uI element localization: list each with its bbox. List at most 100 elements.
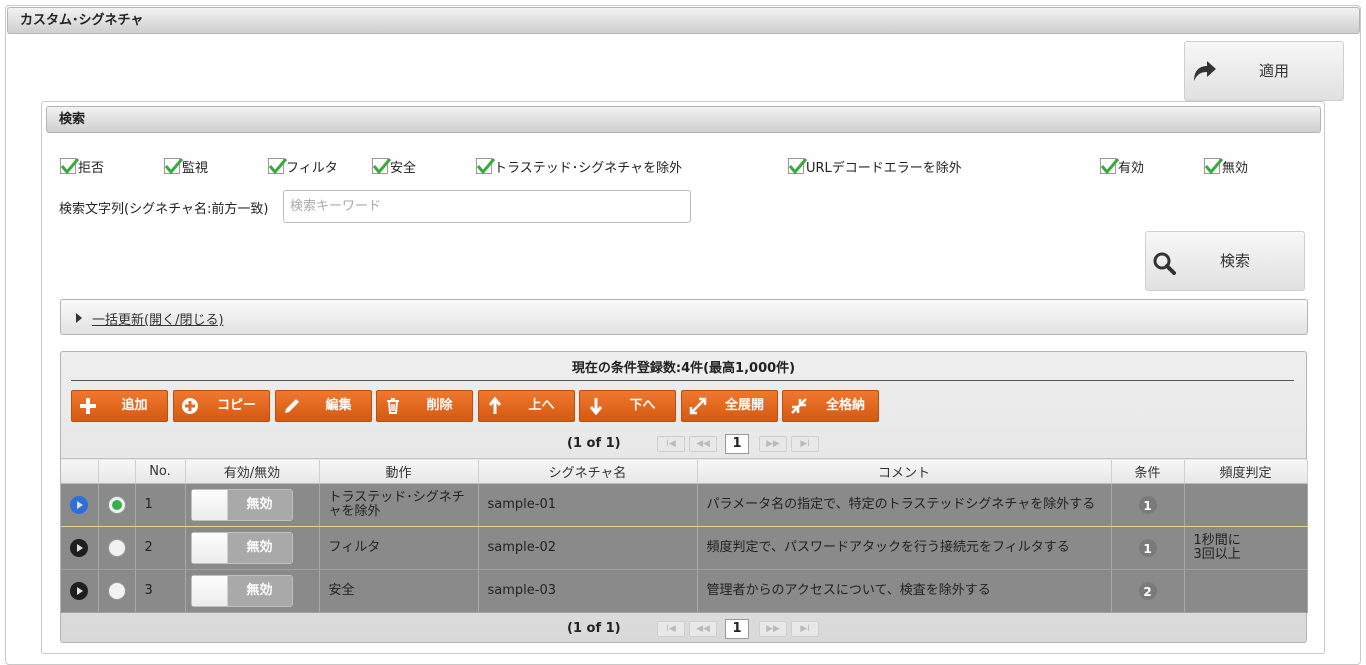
col-no[interactable]: No. bbox=[135, 460, 186, 484]
row-frequency bbox=[1184, 569, 1308, 613]
apply-label: 適用 bbox=[1258, 62, 1289, 80]
col-condition[interactable]: 条件 bbox=[1111, 460, 1185, 484]
delete-button[interactable]: 削除 bbox=[376, 390, 473, 422]
row-action: トラステッド･シグネチャを除外 bbox=[319, 482, 479, 527]
col-expander bbox=[61, 460, 99, 484]
apply-button[interactable]: 適用 bbox=[1184, 41, 1344, 101]
checkbox-monitor[interactable]: 監視 bbox=[164, 156, 208, 176]
row-signature-name: sample-01 bbox=[478, 482, 698, 527]
col-signature-name[interactable]: シグネチャ名 bbox=[478, 460, 698, 484]
add-button[interactable]: 追加 bbox=[71, 390, 168, 422]
col-enabled[interactable]: 有効/無効 bbox=[185, 460, 320, 484]
checkbox-filter[interactable]: フィルタ bbox=[268, 156, 338, 176]
checkbox-enabled[interactable]: 有効 bbox=[1100, 156, 1144, 176]
enabled-toggle[interactable]: 無効 bbox=[190, 531, 293, 564]
copy-label: コピー bbox=[216, 398, 256, 413]
checkbox-safe[interactable]: 安全 bbox=[372, 156, 416, 176]
row-comment: パラメータ名の指定で、特定のトラステッドシグネチャを除外する bbox=[697, 482, 1112, 527]
row-no: 2 bbox=[135, 526, 186, 570]
enabled-toggle[interactable]: 無効 bbox=[190, 574, 293, 607]
first-page-button[interactable]: I◀ bbox=[657, 621, 685, 637]
condition-badge[interactable]: 1 bbox=[1137, 494, 1158, 515]
checkbox-label: 有効 bbox=[1118, 160, 1145, 176]
row-select-radio[interactable] bbox=[107, 495, 126, 514]
trash-icon bbox=[384, 397, 402, 415]
page-number[interactable]: 1 bbox=[725, 434, 749, 454]
checkbox-exclude-trusted[interactable]: トラステッド･シグネチャを除外 bbox=[476, 156, 682, 176]
expand-all-button[interactable]: 全展開 bbox=[681, 390, 778, 422]
checkbox-label: 監視 bbox=[182, 160, 209, 176]
move-down-button[interactable]: 下へ bbox=[579, 390, 676, 422]
toggle-label: 無効 bbox=[227, 489, 292, 520]
checkbox-label: 無効 bbox=[1222, 160, 1249, 176]
search-label: 検索 bbox=[1219, 252, 1250, 270]
checkbox-reject[interactable]: 拒否 bbox=[60, 156, 104, 176]
row-select-radio[interactable] bbox=[107, 538, 126, 557]
last-page-button[interactable]: ▶I bbox=[791, 436, 819, 452]
arrow-down-icon bbox=[587, 397, 605, 416]
move-up-button[interactable]: 上へ bbox=[478, 390, 575, 422]
move-up-label: 上へ bbox=[528, 398, 555, 413]
arrow-up-icon bbox=[486, 396, 504, 415]
checkbox-label: トラステッド･シグネチャを除外 bbox=[494, 160, 683, 176]
checkbox-label: 安全 bbox=[390, 160, 417, 176]
checkbox-disabled[interactable]: 無効 bbox=[1204, 156, 1248, 176]
expand-all-label: 全展開 bbox=[724, 398, 764, 413]
expand-row-icon[interactable] bbox=[70, 581, 89, 600]
expand-row-icon[interactable] bbox=[70, 495, 89, 514]
checkbox-label: 拒否 bbox=[78, 160, 105, 176]
expand-icon bbox=[689, 397, 707, 415]
checkbox-exclude-url-decode[interactable]: URLデコードエラーを除外 bbox=[788, 156, 962, 176]
row-frequency: 1秒間に 3回以上 bbox=[1184, 526, 1308, 570]
row-no: 1 bbox=[135, 482, 186, 527]
row-comment: 頻度判定で、パスワードアタックを行う接続元をフィルタする bbox=[697, 526, 1112, 570]
col-frequency[interactable]: 頻度判定 bbox=[1184, 460, 1308, 484]
page-number[interactable]: 1 bbox=[725, 619, 749, 639]
prev-page-button[interactable]: ◀◀ bbox=[689, 621, 717, 637]
collapse-all-button[interactable]: 全格納 bbox=[782, 390, 879, 422]
condition-badge[interactable]: 2 bbox=[1137, 580, 1158, 601]
checkbox-label: フィルタ bbox=[286, 160, 338, 176]
edit-label: 編集 bbox=[325, 398, 352, 413]
table-row[interactable]: 1 無効 トラステッド･シグネチャを除外 sample-01 パラメータ名の指定… bbox=[61, 482, 1308, 527]
collapse-icon bbox=[790, 397, 808, 415]
row-comment: 管理者からのアクセスについて、検査を除外する bbox=[697, 569, 1112, 613]
row-no: 3 bbox=[135, 569, 186, 613]
copy-icon bbox=[181, 397, 199, 415]
copy-button[interactable]: コピー bbox=[173, 390, 270, 422]
row-select-radio[interactable] bbox=[107, 581, 126, 600]
last-page-button[interactable]: ▶I bbox=[791, 621, 819, 637]
bulk-update-toggle[interactable]: 一括更新(開く/閉じる) bbox=[60, 299, 1308, 335]
condition-badge[interactable]: 1 bbox=[1137, 537, 1158, 558]
pencil-icon bbox=[283, 397, 301, 415]
checkbox-label: URLデコードエラーを除外 bbox=[806, 160, 962, 176]
collapse-all-label: 全格納 bbox=[825, 398, 865, 413]
toggle-label: 無効 bbox=[227, 575, 292, 606]
grid-caption: 現在の条件登録数:4件(最高1,000件) bbox=[571, 361, 796, 376]
col-comment[interactable]: コメント bbox=[697, 460, 1112, 484]
next-page-button[interactable]: ▶▶ bbox=[759, 621, 787, 637]
table-row[interactable]: 3 無効 安全 sample-03 管理者からのアクセスについて、検査を除外する… bbox=[61, 569, 1308, 613]
search-header: 検索 bbox=[46, 106, 1321, 133]
row-action: フィルタ bbox=[319, 526, 479, 570]
first-page-button[interactable]: I◀ bbox=[657, 436, 685, 452]
col-action[interactable]: 動作 bbox=[319, 460, 479, 484]
enabled-toggle[interactable]: 無効 bbox=[190, 488, 293, 521]
table-header: No. 有効/無効 動作 シグネチャ名 コメント 条件 頻度判定 bbox=[61, 460, 1308, 484]
caret-right-icon bbox=[76, 313, 82, 323]
pager-top: (1 of 1) I◀ ◀◀ 1 ▶▶ ▶I bbox=[61, 429, 1306, 459]
edit-button[interactable]: 編集 bbox=[275, 390, 372, 422]
keyword-input[interactable] bbox=[283, 190, 691, 223]
keyword-label: 検索文字列(シグネチャ名:前方一致) bbox=[59, 202, 269, 217]
row-signature-name: sample-02 bbox=[478, 526, 698, 570]
pager-bottom: (1 of 1) I◀ ◀◀ 1 ▶▶ ▶I bbox=[61, 614, 1306, 644]
row-frequency bbox=[1184, 482, 1308, 527]
prev-page-button[interactable]: ◀◀ bbox=[689, 436, 717, 452]
next-page-button[interactable]: ▶▶ bbox=[759, 436, 787, 452]
search-button[interactable]: 検索 bbox=[1145, 231, 1305, 291]
signature-table: No. 有効/無効 動作 シグネチャ名 コメント 条件 頻度判定 1 無効 トラ… bbox=[61, 460, 1308, 613]
expand-row-icon[interactable] bbox=[70, 538, 89, 557]
signature-grid: 現在の条件登録数:4件(最高1,000件) 追加 コピー 編集 削除 上へ 下へ… bbox=[60, 351, 1308, 644]
move-down-label: 下へ bbox=[629, 398, 656, 413]
table-row[interactable]: 2 無効 フィルタ sample-02 頻度判定で、パスワードアタックを行う接続… bbox=[61, 526, 1308, 570]
